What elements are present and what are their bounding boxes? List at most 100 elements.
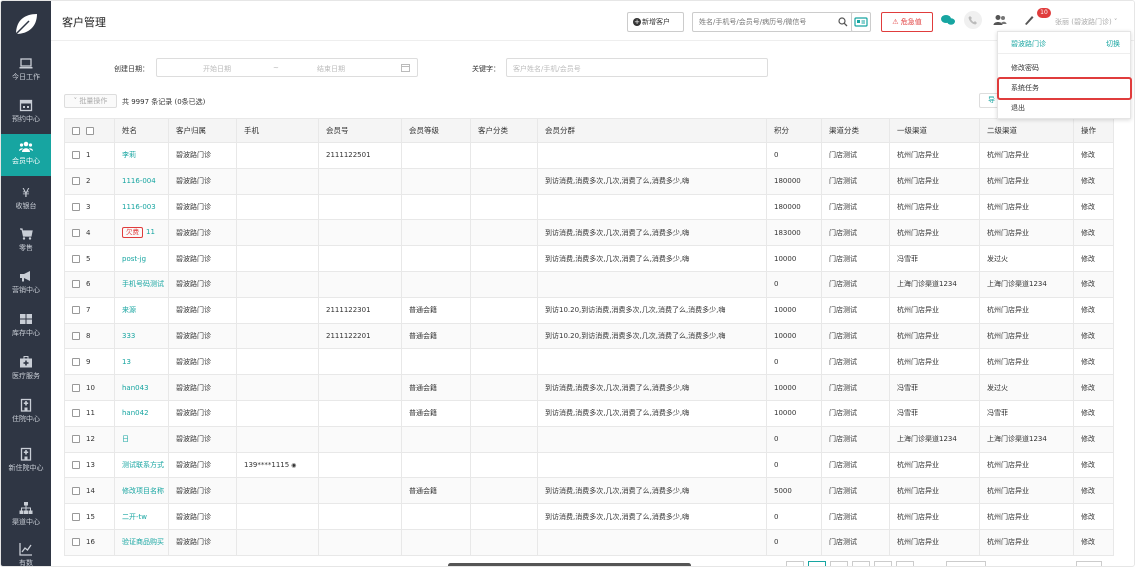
customer-name-link[interactable]: 测试联系方式 (122, 461, 164, 469)
edit-link[interactable]: 修改 (1073, 296, 1114, 324)
column-header[interactable]: 会员号 (318, 118, 402, 143)
edit-link[interactable]: 修改 (1073, 167, 1114, 195)
column-header[interactable]: 会员等级 (401, 118, 471, 143)
column-header[interactable]: 姓名 (114, 118, 169, 143)
column-header[interactable]: 客户分类 (470, 118, 538, 143)
sidebar-item[interactable]: ¥ 收银台 (1, 179, 51, 221)
row-checkbox[interactable] (72, 228, 80, 237)
edit-link[interactable]: 修改 (1073, 477, 1114, 505)
keyword-input[interactable]: 客户姓名/手机/会员号 (506, 58, 768, 77)
customer-name-link[interactable]: 1116-004 (122, 177, 156, 185)
column-header[interactable]: 渠道分类 (821, 118, 890, 143)
edit-link[interactable]: 修改 (1073, 425, 1114, 453)
column-header[interactable]: 一级渠道 (889, 118, 980, 143)
customer-name-link[interactable]: han043 (122, 384, 149, 392)
edit-link[interactable]: 修改 (1073, 451, 1114, 479)
app-logo[interactable] (7, 7, 45, 41)
sidebar-item[interactable]: 新住院中心 (1, 441, 51, 491)
customer-name-link[interactable]: han042 (122, 409, 149, 417)
sidebar-item[interactable]: 会员中心 (1, 134, 51, 176)
sidebar-item[interactable]: 营销中心 (1, 263, 51, 305)
row-checkbox[interactable] (72, 357, 80, 366)
row-checkbox[interactable] (72, 409, 80, 418)
logout-item[interactable]: 退出 (998, 98, 1130, 118)
column-header[interactable]: 积分 (766, 118, 822, 143)
customer-name-link[interactable]: 13 (122, 358, 131, 366)
column-header[interactable]: 手机 (236, 118, 319, 143)
select-page-checkbox[interactable] (86, 127, 94, 135)
row-checkbox[interactable] (72, 254, 80, 263)
sidebar-item[interactable]: 住院中心 (1, 392, 51, 434)
select-all-checkbox[interactable] (72, 127, 80, 135)
row-checkbox[interactable] (72, 280, 80, 289)
pagination-button[interactable] (808, 561, 826, 566)
row-checkbox[interactable] (72, 512, 80, 521)
notification-icon[interactable] (1023, 14, 1035, 26)
start-date-field[interactable]: 开始日期 (203, 64, 231, 74)
end-date-field[interactable]: 结束日期 (317, 64, 345, 74)
row-checkbox[interactable] (72, 435, 80, 444)
customer-name-link[interactable]: post-jg (122, 255, 146, 263)
edit-link[interactable]: 修改 (1073, 503, 1114, 530)
change-password-item[interactable]: 修改密码 (998, 58, 1130, 78)
customer-name-link[interactable]: 李莉 (122, 151, 136, 159)
row-checkbox[interactable] (72, 202, 80, 211)
customer-name-link[interactable]: 修改项目名称 (122, 487, 164, 495)
critical-value-button[interactable]: ⚠ 危急值 (881, 12, 933, 32)
edit-link[interactable]: 修改 (1073, 270, 1114, 298)
customer-name-link[interactable]: 1116-003 (122, 203, 156, 211)
edit-link[interactable]: 修改 (1073, 374, 1114, 401)
pagination-button[interactable] (874, 561, 892, 566)
phone-icon[interactable] (963, 10, 983, 30)
page-jump-input[interactable] (1076, 561, 1102, 566)
pagination-button[interactable] (896, 561, 914, 566)
row-checkbox[interactable] (72, 177, 80, 186)
edit-link[interactable]: 修改 (1073, 399, 1114, 427)
export-button[interactable]: 导 (979, 93, 999, 108)
pagination-button[interactable] (786, 561, 804, 566)
customer-name-link[interactable]: 验证商品购买 (122, 538, 164, 546)
edit-link[interactable]: 修改 (1073, 322, 1114, 350)
wechat-icon[interactable] (941, 14, 955, 26)
column-header[interactable]: 二级渠道 (979, 118, 1074, 143)
contacts-icon[interactable] (993, 14, 1007, 26)
edit-link[interactable]: 修改 (1073, 348, 1114, 376)
sidebar-item[interactable]: 预约中心 (1, 92, 51, 134)
edit-link[interactable]: 修改 (1073, 219, 1114, 247)
pagination-button[interactable] (852, 561, 870, 566)
user-menu[interactable]: 张丽 (碧波路门诊) ˅ (1055, 17, 1117, 27)
id-card-button[interactable] (851, 12, 871, 32)
sidebar-item[interactable]: 库存中心 (1, 306, 51, 348)
customer-name-link[interactable]: 11 (146, 228, 155, 236)
switch-store-link[interactable]: 切换 (1106, 34, 1120, 54)
edit-link[interactable]: 修改 (1073, 142, 1114, 169)
row-checkbox[interactable] (72, 460, 80, 469)
row-checkbox[interactable] (72, 331, 80, 340)
edit-link[interactable]: 修改 (1073, 193, 1114, 221)
pagination-button[interactable] (830, 561, 848, 566)
sidebar-item[interactable]: 今日工作 (1, 50, 51, 92)
search-input[interactable] (693, 13, 833, 31)
batch-actions-button[interactable]: ˅ 批量操作 (64, 94, 117, 108)
sidebar-item[interactable]: 有数 (1, 536, 51, 566)
eye-icon[interactable]: ◉ (289, 462, 296, 469)
customer-name-link[interactable]: 手机号码测试 (122, 280, 164, 288)
row-checkbox[interactable] (72, 538, 80, 547)
edit-link[interactable]: 修改 (1073, 528, 1114, 556)
edit-link[interactable]: 修改 (1073, 245, 1114, 272)
row-checkbox[interactable] (72, 306, 80, 315)
column-header[interactable]: 会员分群 (537, 118, 767, 143)
search-icon[interactable] (838, 17, 848, 27)
customer-name-link[interactable]: 来源 (122, 306, 136, 314)
new-customer-button[interactable]: + 新增客户 (627, 12, 684, 32)
horizontal-scrollbar[interactable] (448, 563, 691, 566)
sidebar-item[interactable]: 零售 (1, 221, 51, 263)
sidebar-item[interactable]: 医疗服务 (1, 349, 51, 391)
customer-name-link[interactable]: 333 (122, 332, 135, 340)
row-checkbox[interactable] (72, 486, 80, 495)
date-range-picker[interactable]: 开始日期 ~ 结束日期 (156, 58, 418, 77)
customer-name-link[interactable]: 日 (122, 435, 129, 443)
column-header[interactable]: 客户归属 (168, 118, 237, 143)
page-size-select[interactable] (946, 561, 986, 566)
row-checkbox[interactable] (72, 383, 80, 392)
